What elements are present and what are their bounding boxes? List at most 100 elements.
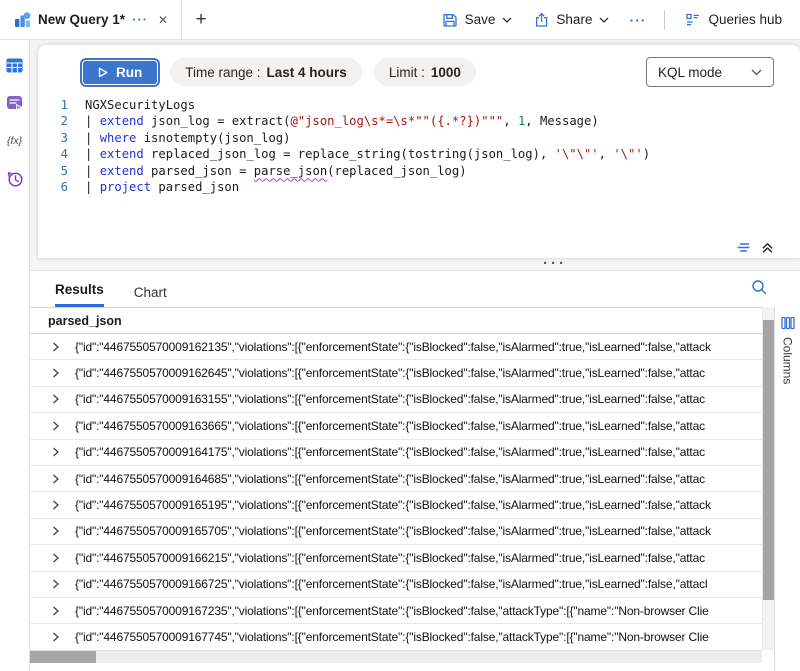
tab-results[interactable]: Results xyxy=(55,271,104,307)
panel-splitter[interactable]: ··· xyxy=(30,258,800,270)
adx-logo-icon xyxy=(14,11,31,28)
save-button[interactable]: Save xyxy=(432,6,523,34)
queries-hub-button[interactable]: Queries hub xyxy=(675,6,792,34)
kql-mode-select[interactable]: KQL mode xyxy=(646,57,774,87)
results-panel: Results Chart parsed_json {"id":"4467550… xyxy=(30,270,800,671)
history-icon[interactable] xyxy=(4,168,26,190)
share-label: Share xyxy=(556,12,592,27)
expand-row-icon[interactable] xyxy=(51,606,60,616)
tab-chart[interactable]: Chart xyxy=(134,271,167,307)
table-row[interactable]: {"id":"4467550570009166725","violations"… xyxy=(30,572,762,598)
run-button[interactable]: Run xyxy=(82,60,158,85)
expand-row-icon[interactable] xyxy=(51,500,60,510)
vertical-scrollbar-thumb[interactable] xyxy=(763,320,774,600)
column-header-parsed-json: parsed_json xyxy=(48,314,122,328)
row-json-text: {"id":"4467550570009167235","violations"… xyxy=(75,604,709,618)
row-json-text: {"id":"4467550570009167745","violations"… xyxy=(75,630,709,644)
kql-mode-value: KQL mode xyxy=(658,65,722,80)
expand-row-icon[interactable] xyxy=(51,553,60,563)
table-row[interactable]: {"id":"4467550570009165705","violations"… xyxy=(30,519,762,545)
expand-row-icon[interactable] xyxy=(51,342,60,352)
horizontal-scrollbar[interactable] xyxy=(30,650,762,663)
table-row[interactable]: {"id":"4467550570009162645","violations"… xyxy=(30,360,762,386)
row-json-text: {"id":"4467550570009165195","violations"… xyxy=(75,498,711,512)
kql-editor[interactable]: 1NGXSecurityLogs2| extend json_log = ext… xyxy=(38,97,790,228)
table-row[interactable]: {"id":"4467550570009166215","violations"… xyxy=(30,545,762,571)
functions-icon[interactable]: {fx} xyxy=(4,130,26,152)
query-editor-card: Run Time range : Last 4 hours Limit : 10… xyxy=(38,45,800,258)
code-line[interactable]: 1NGXSecurityLogs xyxy=(38,97,790,113)
query-summary-icon[interactable] xyxy=(736,242,752,254)
queryset-icon[interactable] xyxy=(4,92,26,114)
table-row[interactable]: {"id":"4467550570009164685","violations"… xyxy=(30,466,762,492)
line-number: 5 xyxy=(38,163,68,179)
left-rail: {fx} xyxy=(0,40,30,671)
time-range-pill[interactable]: Time range : Last 4 hours xyxy=(170,58,362,86)
table-row[interactable]: {"id":"4467550570009167235","violations"… xyxy=(30,598,762,624)
run-label: Run xyxy=(116,65,142,80)
code-text: | project parsed_json xyxy=(85,179,239,195)
expand-row-icon[interactable] xyxy=(51,421,60,431)
expand-row-icon[interactable] xyxy=(51,579,60,589)
columns-panel-tab[interactable]: Columns xyxy=(774,307,800,671)
expand-row-icon[interactable] xyxy=(51,526,60,536)
chevron-down-icon xyxy=(502,17,512,23)
table-row[interactable]: {"id":"4467550570009167745","violations"… xyxy=(30,624,762,650)
columns-icon xyxy=(781,316,795,330)
chevron-down-icon xyxy=(751,69,762,76)
expand-row-icon[interactable] xyxy=(51,368,60,378)
line-number: 2 xyxy=(38,113,68,129)
tab-close-icon[interactable]: ✕ xyxy=(155,11,171,29)
code-line[interactable]: 5 | extend parsed_json = parse_json(repla… xyxy=(38,163,790,179)
code-line[interactable]: 2| extend json_log = extract(@"json_log\… xyxy=(38,113,790,129)
expand-row-icon[interactable] xyxy=(51,474,60,484)
row-json-text: {"id":"4467550570009166725","violations"… xyxy=(75,577,708,591)
table-row[interactable]: {"id":"4467550570009163155","violations"… xyxy=(30,387,762,413)
line-number: 4 xyxy=(38,146,68,162)
code-text: | extend parsed_json = parse_json(replac… xyxy=(85,163,467,179)
line-number: 6 xyxy=(38,179,68,195)
titlebar: New Query 1* ··· ✕ + Save Share ··· xyxy=(0,0,800,40)
table-row[interactable]: {"id":"4467550570009164175","violations"… xyxy=(30,440,762,466)
results-tabs: Results Chart xyxy=(30,271,800,307)
expand-row-icon[interactable] xyxy=(51,394,60,404)
share-button[interactable]: Share xyxy=(524,6,619,34)
new-tab-button[interactable]: + xyxy=(182,0,220,39)
code-line[interactable]: 4| extend replaced_json_log = replace_st… xyxy=(38,146,790,162)
row-json-text: {"id":"4467550570009162645","violations"… xyxy=(75,366,705,380)
row-json-text: {"id":"4467550570009165705","violations"… xyxy=(75,524,711,538)
tab-more-icon[interactable]: ··· xyxy=(132,12,148,27)
code-line[interactable]: 6 | project parsed_json xyxy=(38,179,790,195)
code-line[interactable]: 3| where isnotempty(json_log) xyxy=(38,130,790,146)
queries-hub-label: Queries hub xyxy=(708,12,782,27)
table-row[interactable]: {"id":"4467550570009163665","violations"… xyxy=(30,413,762,439)
tables-icon[interactable] xyxy=(4,54,26,76)
columns-panel-label: Columns xyxy=(781,337,795,384)
table-row[interactable]: {"id":"4467550570009165195","violations"… xyxy=(30,492,762,518)
row-json-text: {"id":"4467550570009163665","violations"… xyxy=(75,419,705,433)
expand-row-icon[interactable] xyxy=(51,632,60,642)
editor-footer-icons xyxy=(736,241,774,254)
query-tab[interactable]: New Query 1* ··· ✕ xyxy=(0,0,182,39)
more-commands-button[interactable]: ··· xyxy=(621,6,654,34)
table-row[interactable]: {"id":"4467550570009162135","violations"… xyxy=(30,334,762,360)
horizontal-scrollbar-thumb[interactable] xyxy=(30,651,96,663)
play-icon xyxy=(98,67,108,78)
collapse-up-icon[interactable] xyxy=(761,241,774,254)
expand-row-icon[interactable] xyxy=(51,447,60,457)
search-icon[interactable] xyxy=(751,279,768,296)
line-number: 3 xyxy=(38,130,68,146)
limit-pill[interactable]: Limit : 1000 xyxy=(374,58,476,86)
functions-glyph: {fx} xyxy=(7,135,22,147)
save-label: Save xyxy=(465,12,496,27)
line-number: 1 xyxy=(38,97,68,113)
row-json-text: {"id":"4467550570009164175","violations"… xyxy=(75,445,705,459)
main-area: Run Time range : Last 4 hours Limit : 10… xyxy=(30,40,800,671)
row-json-text: {"id":"4467550570009164685","violations"… xyxy=(75,472,705,486)
share-icon xyxy=(534,12,549,28)
time-range-value: Last 4 hours xyxy=(267,65,347,80)
limit-value: 1000 xyxy=(431,65,461,80)
vertical-scrollbar[interactable] xyxy=(762,307,774,650)
limit-label: Limit : xyxy=(389,65,425,80)
table-header-row[interactable]: parsed_json xyxy=(30,307,762,334)
